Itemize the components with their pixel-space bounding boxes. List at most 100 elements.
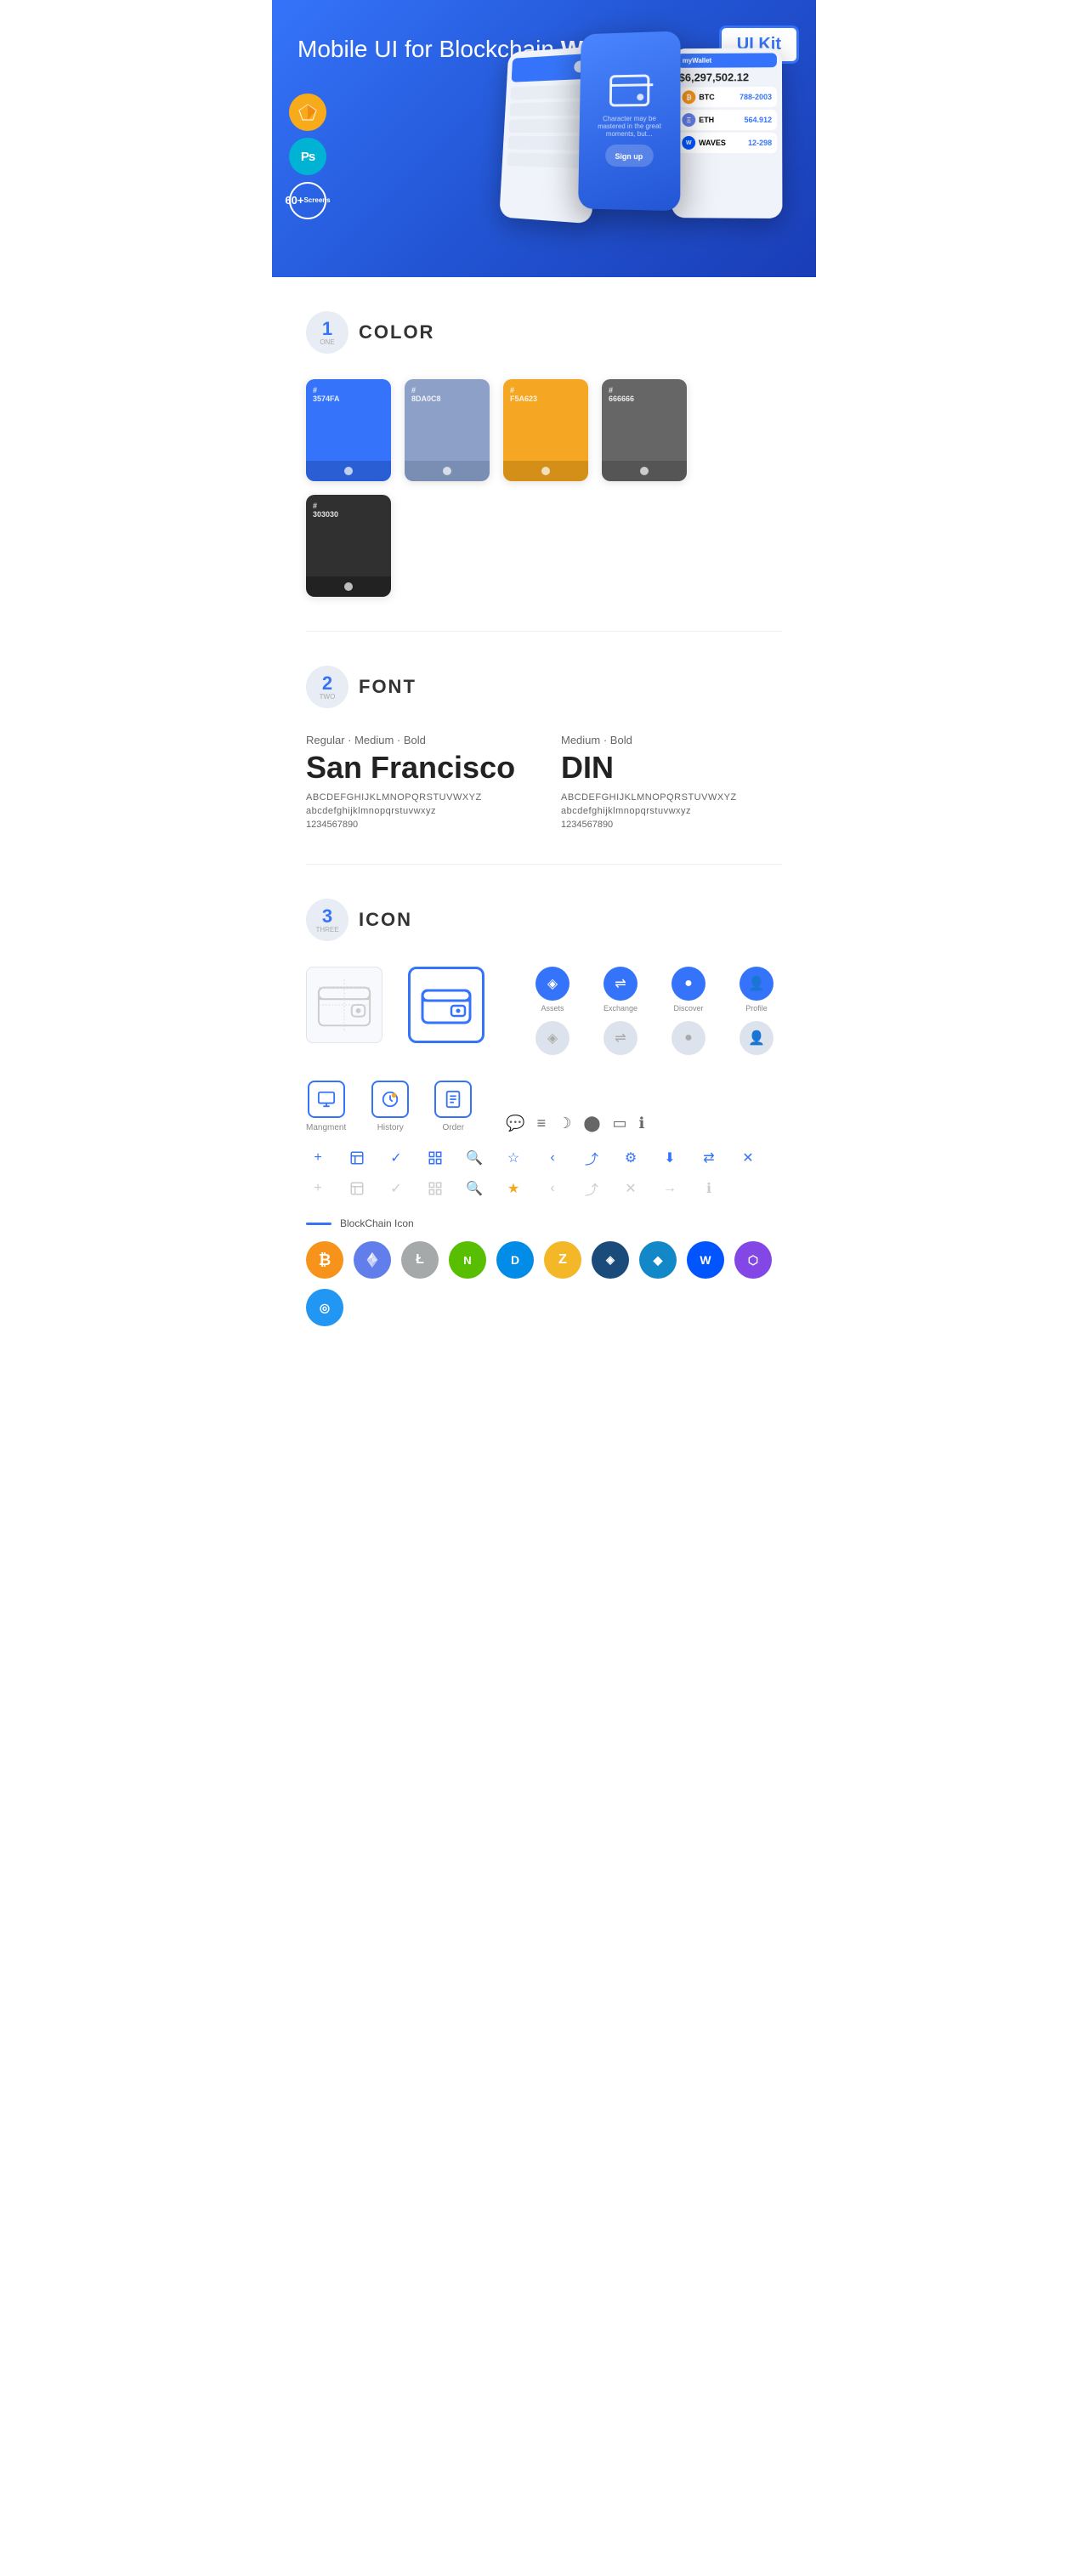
grid-icon: ◈ — [592, 1241, 629, 1279]
icon-discover: ● Discover — [663, 967, 714, 1013]
font-cols: Regular · Medium · Bold San Francisco AB… — [306, 734, 782, 830]
screens-badge: 60+ Screens — [289, 182, 326, 219]
icon-title: ICON — [359, 909, 412, 931]
din-font-name: DIN — [561, 750, 782, 786]
share-icon: ⤴ — [580, 1146, 604, 1170]
font-num-badge: 2 TWO — [306, 666, 348, 708]
icon-profile: 👤 Profile — [731, 967, 782, 1013]
tool-icons-gray-row: + ✓ 🔍 ★ ‹ ⤴ ✕ → ℹ — [306, 1177, 782, 1200]
icon-profile-outline: 👤 — [731, 1021, 782, 1055]
font-title: FONT — [359, 676, 416, 698]
order-label: Order — [442, 1123, 464, 1132]
color-section: 1 ONE COLOR #3574FA #8DA0C8 #F5A623 #666… — [272, 277, 816, 631]
forward-icon: → — [658, 1177, 682, 1200]
screens-label: Screens — [303, 197, 330, 205]
chevron-left-gray-icon: ‹ — [541, 1177, 564, 1200]
utility-icons-row: 💬 ≡ ☽ ⬤ ▭ ℹ — [506, 1115, 644, 1132]
swatch-orange: #F5A623 — [503, 379, 588, 481]
sf-lowercase: abcdefghijklmnopqrstuvwxyz — [306, 806, 527, 816]
hero-section: Mobile UI for Blockchain Wallet UI Kit P… — [272, 0, 816, 277]
download-icon: ⬇ — [658, 1146, 682, 1170]
icon-exchange: ⇌ Exchange — [595, 967, 646, 1013]
profile-label: Profile — [745, 1004, 768, 1013]
icon-section: 3 THREE ICON — [272, 865, 816, 1360]
color-swatches: #3574FA #8DA0C8 #F5A623 #666666 #303030 — [306, 379, 782, 597]
search-icon: 🔍 — [462, 1146, 486, 1170]
font-col-sf: Regular · Medium · Bold San Francisco AB… — [306, 734, 527, 830]
circle-icon: ⬤ — [583, 1115, 600, 1132]
swatch-blue: #3574FA — [306, 379, 391, 481]
sf-style-label: Regular · Medium · Bold — [306, 734, 527, 746]
history-svg — [381, 1090, 400, 1109]
swatch-gray-blue: #8DA0C8 — [405, 379, 490, 481]
check-icon: ✓ — [384, 1146, 408, 1170]
icon-section-number: 3 THREE ICON — [306, 899, 782, 941]
discover-icon-outline: ● — [672, 1021, 706, 1055]
matic-icon: ⬡ — [734, 1241, 772, 1279]
icon-blue-filled-box — [408, 967, 484, 1043]
qr-gray-icon — [423, 1177, 447, 1200]
wallet-wireframe-svg — [315, 975, 373, 1035]
info-gray-icon: ℹ — [697, 1177, 721, 1200]
discover-label: Discover — [673, 1004, 703, 1013]
qr-icon — [423, 1146, 447, 1170]
plus-icon: + — [306, 1146, 330, 1170]
sf-uppercase: ABCDEFGHIJKLMNOPQRSTUVWXYZ — [306, 792, 527, 803]
ltc-icon: Ł — [401, 1241, 439, 1279]
settings-icon: ⚙ — [619, 1146, 643, 1170]
mgmt-management: Mangment — [306, 1081, 346, 1132]
chat-icon: 💬 — [506, 1115, 524, 1132]
eth-icon — [354, 1241, 391, 1279]
swap-icon: ⇄ — [697, 1146, 721, 1170]
exchange-icon-outline: ⇌ — [604, 1021, 638, 1055]
order-svg — [444, 1090, 462, 1109]
icon-num-label: THREE — [315, 926, 338, 933]
color-section-number: 1 ONE COLOR — [306, 311, 782, 354]
nav-icons-grid: ◈ Assets ⇌ Exchange ● Discover 👤 Profile… — [527, 967, 782, 1055]
share-gray-icon: ⤴ — [580, 1177, 604, 1200]
management-label: Mangment — [306, 1123, 346, 1132]
color-title: COLOR — [359, 321, 434, 343]
swatch-gray: #666666 — [602, 379, 687, 481]
profile-icon-outline: 👤 — [740, 1021, 774, 1055]
zcash-icon: Z — [544, 1241, 581, 1279]
font-section: 2 TWO FONT Regular · Medium · Bold San F… — [272, 632, 816, 864]
font-col-din: Medium · Bold DIN ABCDEFGHIJKLMNOPQRSTUV… — [561, 734, 782, 830]
blockchain-label-row: BlockChain Icon — [306, 1217, 782, 1229]
stratis-icon: ◆ — [639, 1241, 677, 1279]
assets-icon-outline: ◈ — [536, 1021, 570, 1055]
management-icon — [308, 1081, 345, 1118]
wallet-filled-svg — [421, 984, 472, 1026]
icon-exchange-outline: ⇌ — [595, 1021, 646, 1055]
icon-wireframe-box — [306, 967, 382, 1043]
phone-mockup-2: Character may be mastered in the great m… — [578, 31, 681, 212]
phone-mockups: Character may be mastered in the great m… — [298, 48, 790, 226]
edit-gray-icon — [345, 1177, 369, 1200]
assets-label: Assets — [541, 1004, 564, 1013]
font-section-number: 2 TWO FONT — [306, 666, 782, 708]
din-lowercase: abcdefghijklmnopqrstuvwxyz — [561, 806, 782, 816]
close-icon: ✕ — [736, 1146, 760, 1170]
history-label: History — [377, 1123, 404, 1132]
search-gray-icon: 🔍 — [462, 1177, 486, 1200]
moon-icon: ☽ — [558, 1115, 571, 1132]
plus-gray-icon: + — [306, 1177, 330, 1200]
din-numbers: 1234567890 — [561, 820, 782, 830]
blockchain-text: BlockChain Icon — [340, 1217, 414, 1229]
ps-badge: Ps — [289, 138, 326, 175]
exchange-icon-filled: ⇌ — [604, 967, 638, 1001]
sf-numbers: 1234567890 — [306, 820, 527, 830]
phone-mockup-3: myWallet $6,297,502.12 ₿ BTC 788-2003 Ξ … — [672, 48, 783, 219]
color-num-label: ONE — [320, 338, 334, 346]
mgmt-icons-row: Mangment History Order — [306, 1081, 782, 1132]
waves-icon: W — [687, 1241, 724, 1279]
color-num-badge: 1 ONE — [306, 311, 348, 354]
mgmt-order: Order — [434, 1081, 472, 1132]
icon-assets: ◈ Assets — [527, 967, 578, 1013]
icon-num-badge: 3 THREE — [306, 899, 348, 941]
dash-icon: D — [496, 1241, 534, 1279]
icon-showcase-row: ◈ Assets ⇌ Exchange ● Discover 👤 Profile… — [306, 967, 782, 1055]
order-icon — [434, 1081, 472, 1118]
edit-icon — [345, 1146, 369, 1170]
blockchain-line — [306, 1223, 332, 1225]
